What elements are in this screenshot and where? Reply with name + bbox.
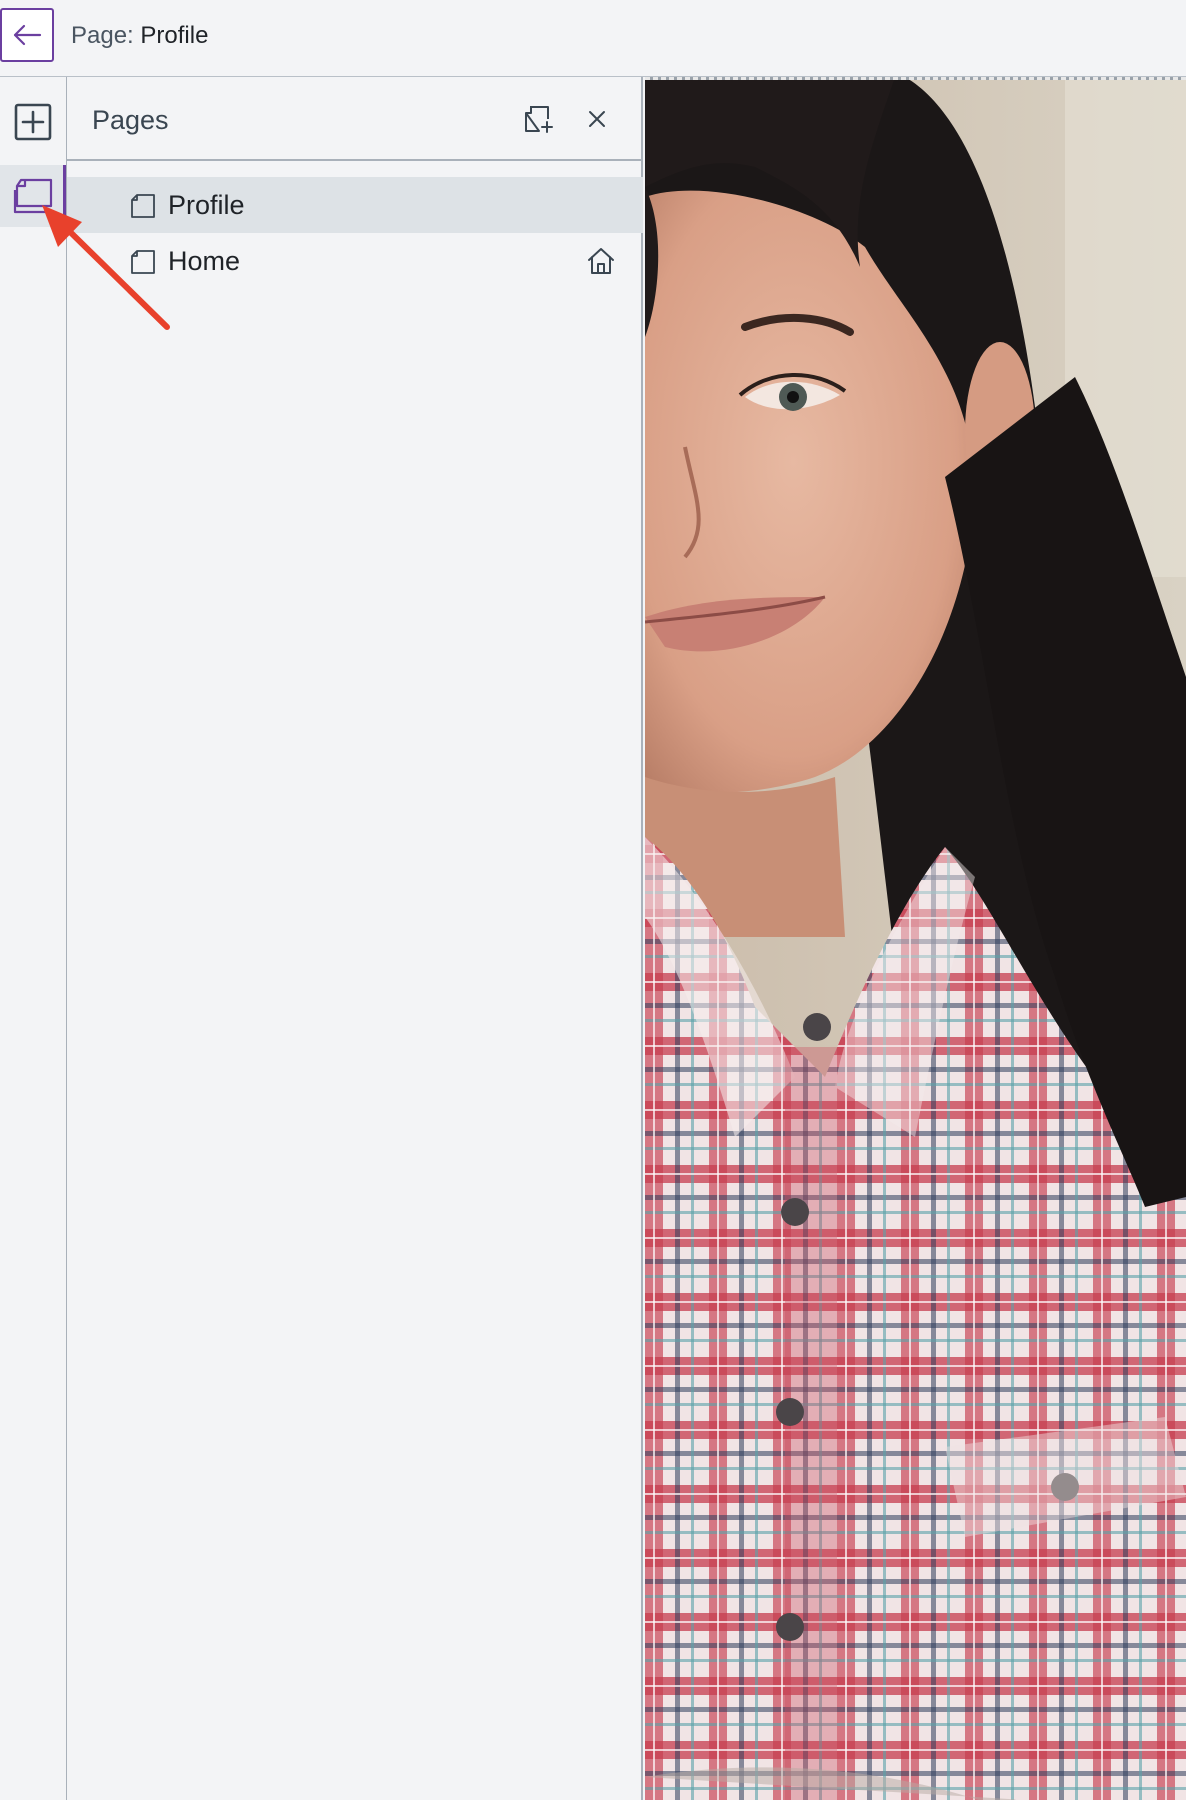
left-rail xyxy=(0,77,67,1800)
page-icon xyxy=(131,250,155,274)
portrait-photo xyxy=(645,77,1186,1800)
page-item-home[interactable]: Home xyxy=(67,233,643,289)
current-page-label: Page: Profile xyxy=(71,22,208,50)
page-item-label: Profile xyxy=(168,190,245,220)
close-panel-button[interactable] xyxy=(575,97,619,141)
page-list: Profile Home xyxy=(67,177,643,289)
page-item-label: Home xyxy=(168,246,241,276)
add-element-button[interactable] xyxy=(0,87,66,157)
page-label-prefix: Page: xyxy=(71,22,141,49)
page-item-profile[interactable]: Profile xyxy=(67,177,643,233)
close-icon xyxy=(589,111,605,127)
page-label-name: Profile xyxy=(140,22,209,49)
arrow-left-icon xyxy=(13,24,42,46)
page-canvas[interactable] xyxy=(645,77,1186,1800)
canvas-top-edge xyxy=(645,77,1186,80)
pages-rail-button[interactable] xyxy=(0,165,66,227)
page-icon xyxy=(131,194,155,218)
pages-icon xyxy=(13,178,53,214)
plus-square-icon xyxy=(14,103,52,141)
pages-panel-header: Pages xyxy=(67,77,643,161)
top-bar: Page: Profile xyxy=(0,0,1186,77)
add-page-icon xyxy=(525,106,553,133)
pages-panel-title: Pages xyxy=(92,105,169,135)
home-icon xyxy=(588,248,614,274)
add-page-button[interactable] xyxy=(517,97,561,141)
back-button[interactable] xyxy=(0,8,54,62)
pages-panel: Pages Profile Home xyxy=(67,77,643,1800)
